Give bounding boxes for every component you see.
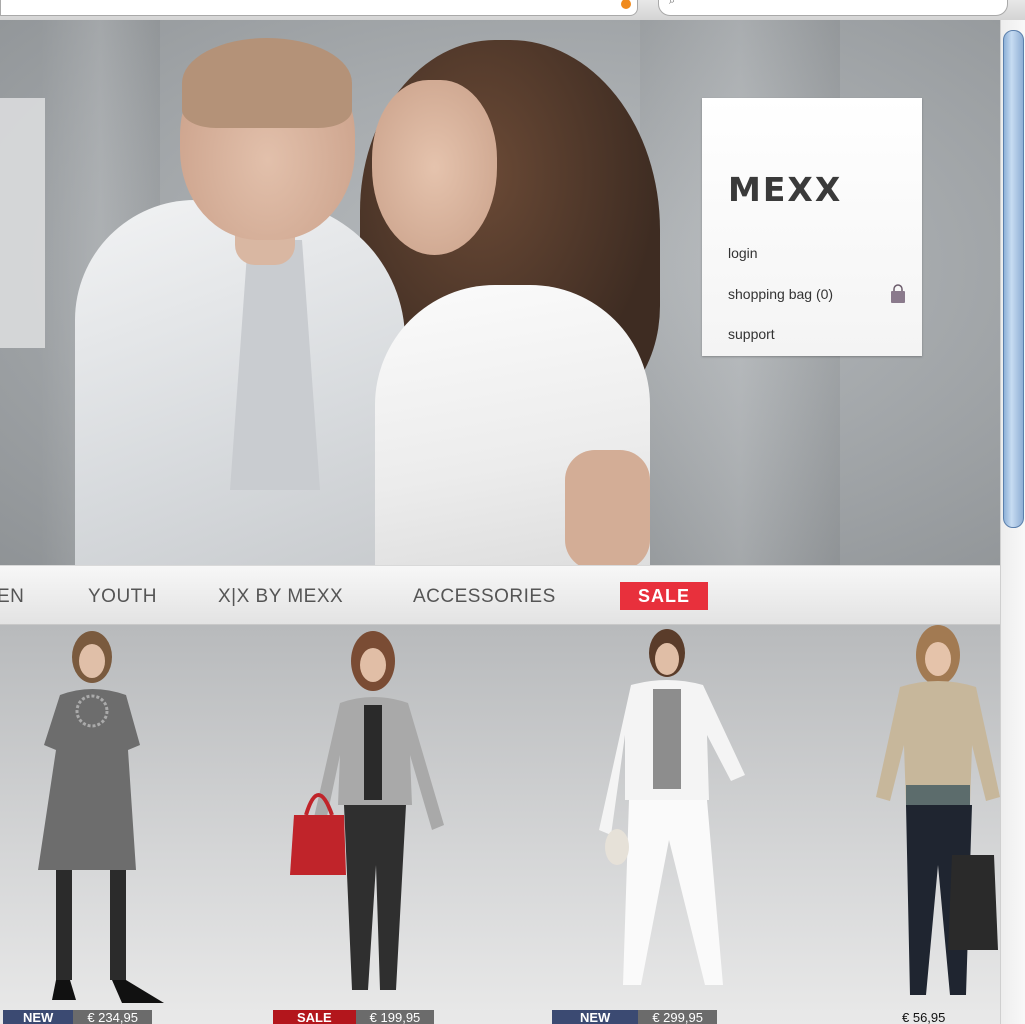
nav-item-sale[interactable]: SALE	[620, 582, 708, 610]
product-model-3[interactable]	[595, 625, 755, 1010]
rss-icon[interactable]	[621, 0, 631, 9]
browser-toolbar: ⌕	[0, 0, 1025, 21]
hero-banner: MEXX login shopping bag (0) support	[0, 20, 1000, 565]
product-price: € 56,95	[902, 1010, 946, 1024]
scrollbar-thumb[interactable]	[1003, 30, 1024, 528]
product-price: € 199,95	[355, 1010, 435, 1024]
browser-search-field[interactable]: ⌕	[658, 0, 1008, 16]
product-price-tag-4[interactable]: € 56,95	[902, 1010, 945, 1024]
product-price-tag-2[interactable]: SALE € 199,95	[273, 1010, 435, 1024]
shopping-bag-icon[interactable]	[888, 284, 908, 304]
mexx-logo[interactable]: MEXX	[728, 170, 842, 209]
nav-item-youth[interactable]: YOUTH	[88, 586, 157, 608]
shopping-bag-link[interactable]: shopping bag (0)	[728, 286, 833, 302]
product-model-1[interactable]	[30, 625, 170, 1010]
search-icon: ⌕	[669, 0, 676, 7]
address-bar[interactable]	[0, 0, 638, 16]
nav-item-xx-by-mexx[interactable]: X|X BY MEXX	[218, 586, 343, 608]
product-price-tag-1[interactable]: NEW € 234,95	[3, 1010, 152, 1024]
product-showcase: NEW € 234,95 SALE € 199,95 NEW € 299,95 € 5…	[0, 625, 1000, 1024]
product-price-tag-3[interactable]: NEW € 299,95	[552, 1010, 717, 1024]
login-link[interactable]: login	[728, 245, 758, 261]
support-link[interactable]: support	[728, 326, 775, 342]
account-panel: MEXX login shopping bag (0) support	[702, 98, 922, 356]
nav-item-men[interactable]: EN	[0, 586, 24, 608]
new-badge: NEW	[552, 1010, 639, 1024]
product-model-4[interactable]	[872, 625, 1000, 1010]
side-panel	[0, 98, 45, 348]
sale-badge: SALE	[273, 1010, 356, 1024]
category-nav: EN YOUTH X|X BY MEXX ACCESSORIES SALE	[0, 566, 1000, 625]
vertical-scrollbar[interactable]	[1000, 20, 1025, 1024]
nav-item-accessories[interactable]: ACCESSORIES	[413, 586, 556, 608]
new-badge: NEW	[3, 1010, 74, 1024]
product-price: € 299,95	[638, 1010, 717, 1024]
product-model-2[interactable]	[288, 625, 458, 1010]
product-price: € 234,95	[73, 1010, 152, 1024]
